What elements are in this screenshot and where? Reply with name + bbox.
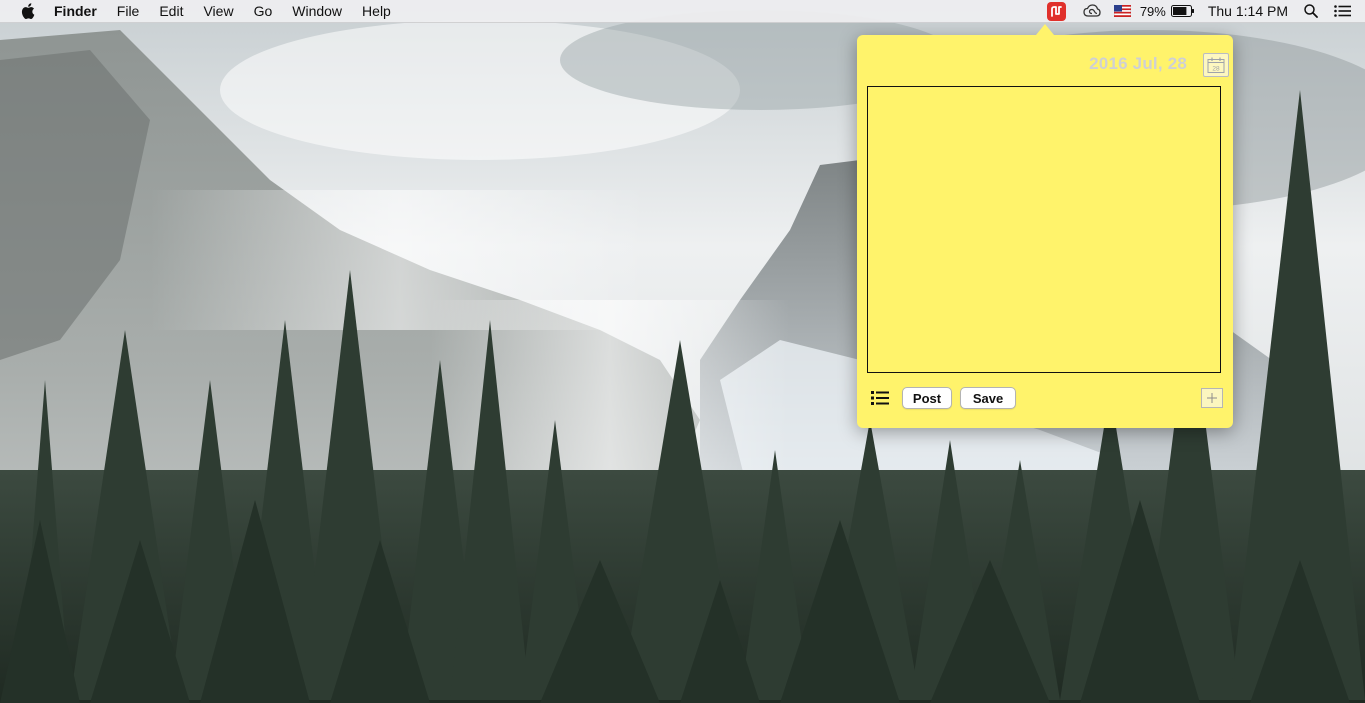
menu-edit[interactable]: Edit bbox=[159, 3, 183, 19]
battery-fill bbox=[1172, 7, 1187, 15]
menu-go[interactable]: Go bbox=[254, 3, 273, 19]
note-text-area[interactable] bbox=[867, 86, 1221, 373]
menu-app-name[interactable]: Finder bbox=[54, 3, 97, 19]
list-icon[interactable] bbox=[871, 390, 889, 406]
menu-bar: Finder File Edit View Go Window Help 79%… bbox=[0, 0, 1365, 23]
menu-window[interactable]: Window bbox=[292, 3, 342, 19]
notification-center-icon[interactable] bbox=[1334, 0, 1351, 22]
note-app-icon[interactable] bbox=[1046, 1, 1066, 21]
menu-file[interactable]: File bbox=[117, 3, 140, 19]
note-date: 2016 Jul, 28 bbox=[1089, 54, 1187, 73]
us-flag-icon[interactable] bbox=[1113, 0, 1131, 22]
status-area: 79% Thu 1:14 PM bbox=[1046, 0, 1365, 22]
spotlight-search-icon[interactable] bbox=[1304, 0, 1318, 22]
post-button[interactable]: Post bbox=[902, 387, 952, 409]
save-button[interactable]: Save bbox=[960, 387, 1016, 409]
calendar-icon[interactable]: 28 bbox=[1203, 53, 1229, 77]
note-toolbar: Post Save bbox=[857, 386, 1233, 412]
menu-help[interactable]: Help bbox=[362, 3, 391, 19]
plus-icon[interactable] bbox=[1201, 388, 1223, 408]
menu-clock[interactable]: Thu 1:14 PM bbox=[1208, 3, 1288, 19]
battery-percent: 79% bbox=[1139, 3, 1166, 19]
note-popover: 2016 Jul, 28 28 Post Save bbox=[857, 35, 1233, 428]
calendar-day: 28 bbox=[1212, 66, 1220, 73]
popover-arrow bbox=[1036, 24, 1054, 35]
apple-icon[interactable] bbox=[21, 3, 35, 19]
battery-icon[interactable] bbox=[1170, 0, 1195, 22]
menu-view[interactable]: View bbox=[203, 3, 233, 19]
creative-cloud-icon[interactable] bbox=[1083, 0, 1101, 22]
